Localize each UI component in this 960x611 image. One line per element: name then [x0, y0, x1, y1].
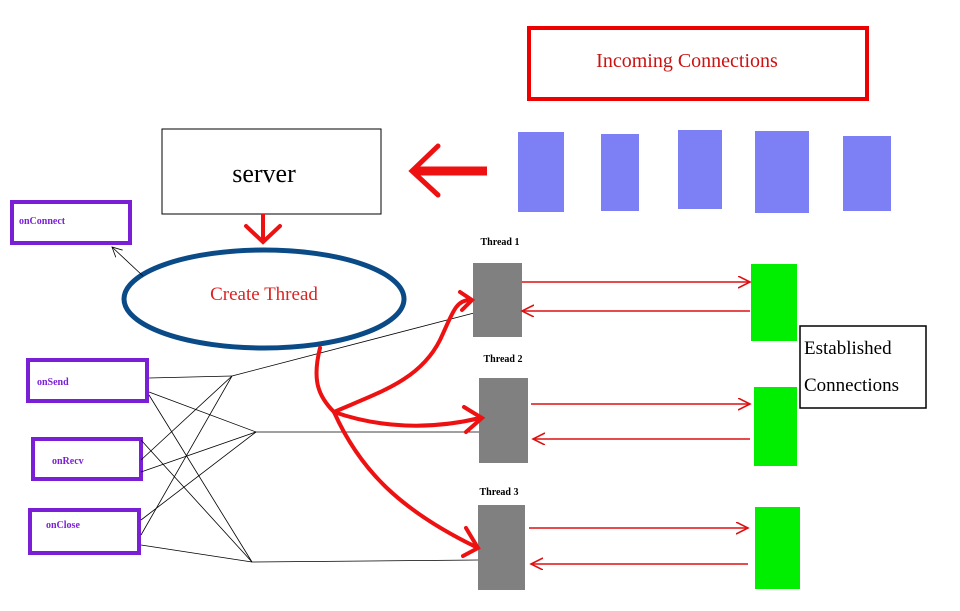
on-connect-label: onConnect: [19, 216, 66, 227]
create-thread-ellipse: Create Thread: [121, 247, 407, 351]
incoming-connection-block: [518, 132, 564, 212]
spawn-arrow-thread-2: [332, 410, 482, 428]
established-connection-block: [751, 264, 797, 341]
on-send-label: onSend: [37, 377, 69, 388]
server-label: server: [232, 159, 296, 188]
thread-1-block: [473, 263, 522, 337]
established-label-line2: Connections: [804, 375, 899, 396]
thread-3-block: [478, 505, 525, 590]
incoming-connection-block: [843, 136, 891, 211]
thread-connection-arrows: [522, 282, 750, 564]
diagram-canvas: Incoming Connections server Create Threa…: [10, 26, 927, 590]
thread-3-label: Thread 3: [480, 487, 519, 498]
incoming-connection-block: [755, 131, 809, 213]
on-recv-callback: onRecv: [31, 437, 143, 481]
server-box: server: [161, 128, 382, 215]
incoming-connection-block: [678, 130, 722, 209]
established-connections-box: Established Connections: [799, 325, 927, 409]
ellipse-to-onconnect-arrow: [112, 247, 144, 277]
thread-2: Thread 2: [479, 354, 528, 463]
established-label-line1: Established: [804, 338, 892, 359]
incoming-connection-blocks: [518, 130, 891, 213]
create-thread-label: Create Thread: [210, 284, 318, 305]
server-to-thread-arrow: [244, 214, 282, 245]
incoming-connection-block: [601, 134, 639, 211]
callback-wiring: [140, 312, 480, 563]
established-connection-block: [755, 507, 800, 589]
established-connection-blocks: [751, 264, 800, 589]
incoming-connections-title: Incoming Connections: [596, 50, 778, 72]
thread-2-block: [479, 378, 528, 463]
on-connect-callback: onConnect: [10, 200, 144, 277]
incoming-connections-box: Incoming Connections: [527, 26, 869, 101]
established-connection-block: [754, 387, 797, 466]
spawn-trunk: [314, 346, 336, 414]
on-send-callback: onSend: [26, 358, 149, 403]
on-recv-label: onRecv: [52, 456, 84, 467]
thread-1-label: Thread 1: [481, 237, 520, 248]
on-close-label: onClose: [46, 520, 80, 531]
thread-1: Thread 1: [473, 237, 522, 337]
thread-2-label: Thread 2: [484, 354, 523, 365]
thread-3: Thread 3: [478, 487, 525, 590]
on-close-callback: onClose: [28, 508, 141, 555]
incoming-to-server-arrow: [408, 143, 487, 198]
